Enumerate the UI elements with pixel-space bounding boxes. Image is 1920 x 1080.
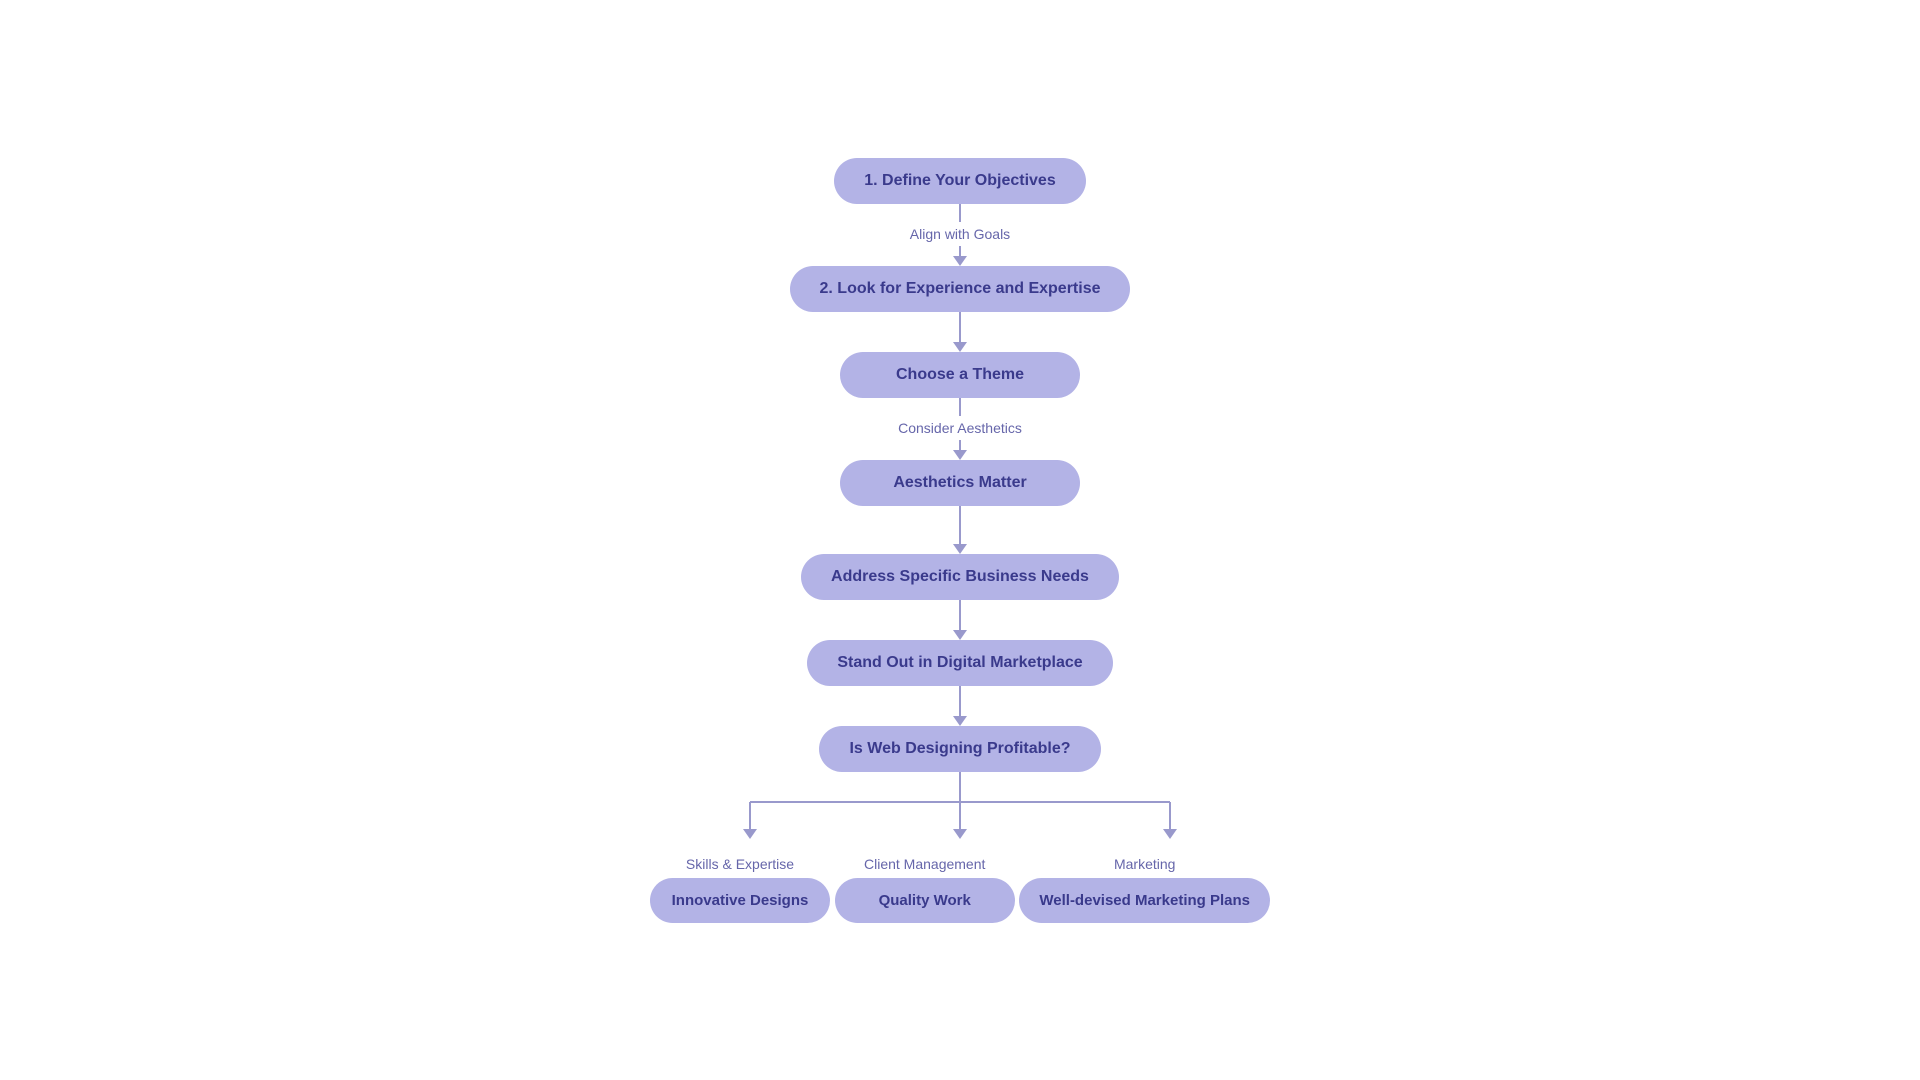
line xyxy=(959,600,961,630)
flowchart-diagram: 1. Define Your Objectives Align with Goa… xyxy=(660,158,1260,923)
branch-row: Skills & Expertise Innovative Designs Cl… xyxy=(650,852,1270,923)
connector-3: Consider Aesthetics xyxy=(898,398,1022,460)
node-quality-work: Quality Work xyxy=(835,878,1015,923)
label-skills-expertise: Skills & Expertise xyxy=(686,856,794,872)
arrow xyxy=(953,544,967,554)
node-aesthetics-matter: Aesthetics Matter xyxy=(840,460,1080,506)
connector-5 xyxy=(953,600,967,640)
node-web-designing: Is Web Designing Profitable? xyxy=(819,726,1100,772)
connector-1: Align with Goals xyxy=(910,204,1010,266)
node-choose-theme: Choose a Theme xyxy=(840,352,1080,398)
connector-2 xyxy=(953,312,967,352)
arrow xyxy=(953,342,967,352)
line xyxy=(959,246,961,256)
node-define-objectives: 1. Define Your Objectives xyxy=(834,158,1085,204)
line xyxy=(959,440,961,450)
branch-lines xyxy=(650,772,1270,852)
connector-6 xyxy=(953,686,967,726)
line xyxy=(959,686,961,716)
branch-marketing: Marketing Well-devised Marketing Plans xyxy=(1019,852,1270,923)
line xyxy=(959,204,961,222)
line xyxy=(959,398,961,416)
node-innovative-designs: Innovative Designs xyxy=(650,878,830,923)
arrow xyxy=(953,256,967,266)
line xyxy=(959,312,961,342)
arrow xyxy=(953,716,967,726)
branch-skills: Skills & Expertise Innovative Designs xyxy=(650,852,830,923)
label-align-goals: Align with Goals xyxy=(910,226,1010,242)
line xyxy=(959,506,961,544)
branch-client: Client Management Quality Work xyxy=(835,852,1015,923)
node-well-devised: Well-devised Marketing Plans xyxy=(1019,878,1270,923)
node-look-experience: 2. Look for Experience and Expertise xyxy=(790,266,1130,312)
arrow xyxy=(953,630,967,640)
label-marketing: Marketing xyxy=(1114,856,1175,872)
connector-4 xyxy=(953,506,967,554)
node-stand-out: Stand Out in Digital Marketplace xyxy=(807,640,1112,686)
arrow xyxy=(953,450,967,460)
label-consider-aesthetics: Consider Aesthetics xyxy=(898,420,1022,436)
node-address-business: Address Specific Business Needs xyxy=(801,554,1119,600)
label-client-management: Client Management xyxy=(864,856,985,872)
